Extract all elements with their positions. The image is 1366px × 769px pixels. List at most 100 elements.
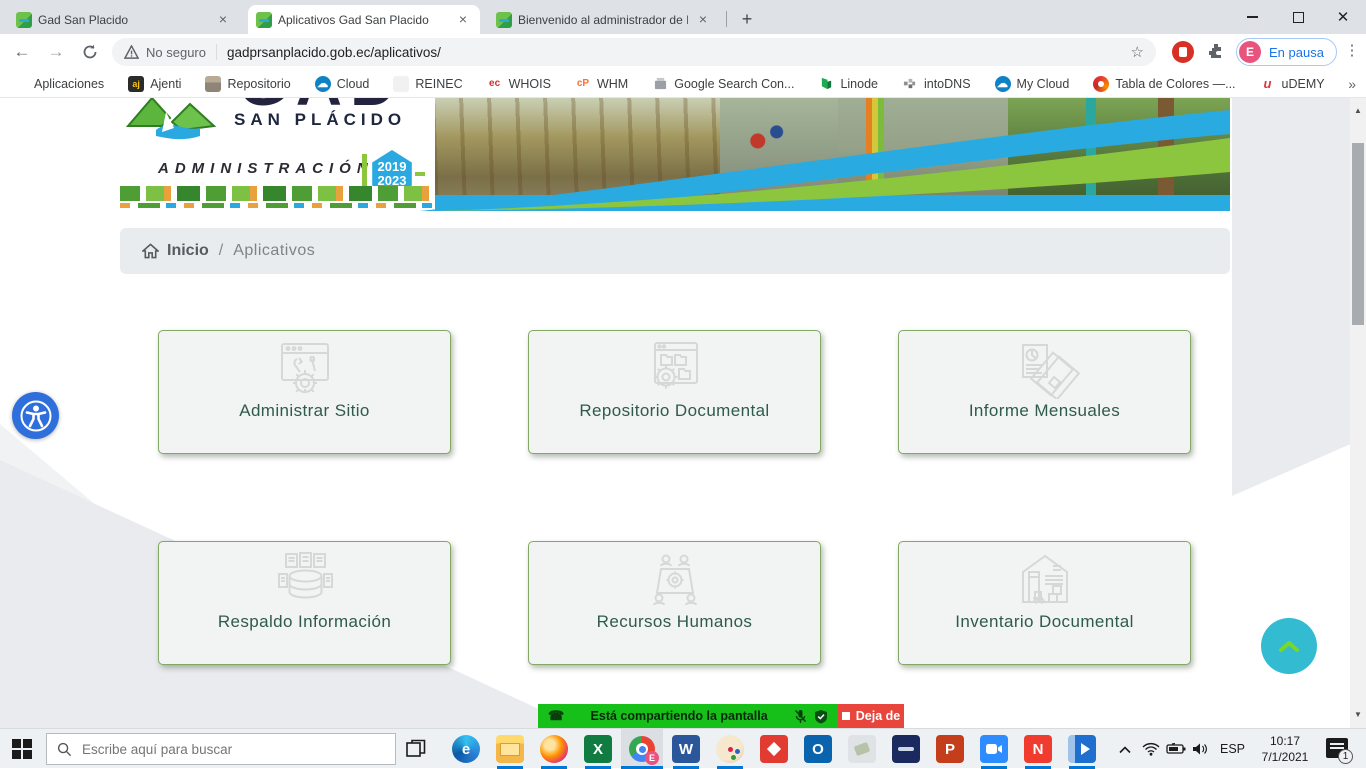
- media-player-icon[interactable]: [1068, 735, 1096, 763]
- breadcrumb: Inicio / Aplicativos: [120, 228, 1230, 274]
- phone-icon: ☎: [548, 708, 564, 724]
- scrollbar-down-icon[interactable]: ▼: [1350, 710, 1366, 719]
- card-recursos-humanos[interactable]: Recursos Humanos: [528, 541, 821, 665]
- task-view-icon[interactable]: [405, 738, 427, 760]
- chrome-icon[interactable]: E: [628, 735, 656, 763]
- address-bar[interactable]: No seguro gadprsanplacido.gob.ec/aplicat…: [112, 38, 1156, 66]
- forward-icon[interactable]: →: [42, 38, 70, 66]
- scanner-app-icon[interactable]: [892, 735, 920, 763]
- excel-icon[interactable]: X: [584, 735, 612, 763]
- bookmark-search-console[interactable]: Google Search Con...: [652, 76, 794, 92]
- scroll-to-top-button[interactable]: [1261, 618, 1317, 674]
- mycloud-icon: ☁: [995, 76, 1011, 92]
- linode-icon: [818, 76, 834, 92]
- file-explorer-icon[interactable]: [496, 735, 524, 763]
- powerpoint-icon[interactable]: P: [936, 735, 964, 763]
- back-icon[interactable]: ←: [8, 38, 36, 66]
- security-label[interactable]: No seguro: [146, 45, 206, 60]
- card-administrar-sitio[interactable]: Administrar Sitio: [158, 330, 451, 454]
- bookmarks-overflow-icon[interactable]: »: [1348, 76, 1356, 92]
- wifi-icon[interactable]: [1142, 729, 1160, 769]
- tab-gad-san-placido[interactable]: Gad San Placido ×: [8, 5, 240, 34]
- card-label: Administrar Sitio: [239, 401, 370, 421]
- page-scrollbar[interactable]: ▲ ▼: [1350, 98, 1366, 728]
- profile-paused-pill[interactable]: E En pausa: [1236, 38, 1337, 66]
- profile-avatar: E: [1239, 41, 1261, 63]
- zoom-app-icon[interactable]: [980, 735, 1008, 763]
- outlook-icon[interactable]: O: [804, 735, 832, 763]
- word-icon[interactable]: W: [672, 735, 700, 763]
- bookmark-star-icon[interactable]: ☆: [1131, 43, 1144, 61]
- language-indicator[interactable]: ESP: [1220, 729, 1245, 769]
- taskbar-search[interactable]: [46, 733, 396, 765]
- card-label: Informe Mensuales: [969, 401, 1120, 421]
- pdf-app-icon[interactable]: N: [1024, 735, 1052, 763]
- bookmark-tabla-colores[interactable]: Tabla de Colores —...: [1093, 76, 1235, 92]
- cpanel-whm-icon: cP: [575, 76, 591, 92]
- bookmark-linode[interactable]: Linode: [818, 76, 878, 92]
- stop-sharing-button[interactable]: Deja de: [838, 704, 904, 728]
- window-restore-button[interactable]: [1275, 0, 1321, 34]
- tab-close-icon[interactable]: ×: [694, 11, 712, 29]
- microphone-muted-icon: [794, 709, 807, 724]
- omnibox-divider: [216, 44, 217, 60]
- tab-title: Aplicativos Gad San Placido: [278, 13, 448, 27]
- bookmark-reinec[interactable]: REINEC: [393, 76, 462, 92]
- blank-favicon: [393, 76, 409, 92]
- screen-share-status: ☎ Está compartiendo la pantalla: [538, 704, 838, 728]
- tab-title: Bienvenido al administrador de I: [518, 13, 688, 27]
- ajenti-icon: aj: [128, 76, 144, 92]
- window-minimize-button[interactable]: [1229, 0, 1275, 34]
- new-tab-button[interactable]: +: [734, 7, 760, 33]
- card-respaldo-informacion[interactable]: Respaldo Información: [158, 541, 451, 665]
- reload-icon[interactable]: [76, 38, 104, 66]
- tab-close-icon[interactable]: ×: [454, 11, 472, 29]
- taskbar-clock[interactable]: 10:17 7/1/2021: [1255, 733, 1315, 765]
- gad-favicon: [16, 12, 32, 28]
- chrome-menu-icon[interactable]: ⋮: [1342, 41, 1362, 59]
- site-admin-icon: [269, 339, 341, 399]
- start-button[interactable]: [12, 739, 32, 759]
- repository-icon: [205, 76, 221, 92]
- edge-browser-icon[interactable]: e: [452, 735, 480, 763]
- bookmark-intodns[interactable]: intoDNS: [902, 76, 971, 92]
- bookmark-cloud[interactable]: ☁ Cloud: [315, 76, 370, 92]
- accessibility-widget-button[interactable]: [12, 392, 59, 439]
- scrollbar-thumb[interactable]: [1352, 143, 1364, 325]
- bookmark-udemy[interactable]: u uDEMY: [1260, 76, 1325, 92]
- ecuador-ec-icon: ec: [487, 76, 503, 92]
- bookmark-aplicaciones[interactable]: Aplicaciones: [12, 76, 104, 92]
- window-close-button[interactable]: ✕: [1320, 0, 1366, 34]
- data-backup-icon: [269, 550, 341, 610]
- speaker-icon[interactable]: [1192, 729, 1208, 769]
- bookmark-mycloud[interactable]: ☁ My Cloud: [995, 76, 1070, 92]
- card-informe-mensuales[interactable]: Informe Mensuales: [898, 330, 1191, 454]
- bookmark-ajenti[interactable]: aj Ajenti: [128, 76, 181, 92]
- paint-icon[interactable]: [716, 735, 744, 763]
- share-message: Está compartiendo la pantalla: [564, 709, 794, 723]
- url-text[interactable]: gadprsanplacido.gob.ec/aplicativos/: [227, 45, 1131, 60]
- breadcrumb-home[interactable]: Inicio: [167, 242, 209, 260]
- firefox-icon[interactable]: [540, 735, 568, 763]
- deploy-app-icon[interactable]: [760, 735, 788, 763]
- bookmark-whm[interactable]: cP WHM: [575, 76, 628, 92]
- document-repository-icon: [639, 339, 711, 399]
- tray-chevron-icon[interactable]: [1118, 729, 1132, 769]
- bookmark-whois[interactable]: ec WHOIS: [487, 76, 551, 92]
- tab-close-icon[interactable]: ×: [214, 11, 232, 29]
- scan-utility-icon[interactable]: [848, 735, 876, 763]
- adblock-icon[interactable]: [1172, 41, 1194, 63]
- card-inventario-documental[interactable]: Inventario Documental: [898, 541, 1191, 665]
- extensions-puzzle-icon[interactable]: [1206, 41, 1228, 63]
- apps-grid-icon: [12, 76, 28, 92]
- battery-icon[interactable]: [1166, 729, 1186, 769]
- tab-administrador[interactable]: Bienvenido al administrador de I ×: [488, 5, 720, 34]
- monthly-report-icon: [1009, 339, 1081, 399]
- bookmark-repositorio[interactable]: Repositorio: [205, 76, 290, 92]
- home-icon[interactable]: [142, 243, 159, 259]
- paused-label: En pausa: [1261, 45, 1334, 60]
- tab-aplicativos[interactable]: Aplicativos Gad San Placido ×: [248, 5, 480, 34]
- search-input[interactable]: [82, 742, 372, 757]
- scrollbar-up-icon[interactable]: ▲: [1350, 106, 1366, 115]
- card-repositorio-documental[interactable]: Repositorio Documental: [528, 330, 821, 454]
